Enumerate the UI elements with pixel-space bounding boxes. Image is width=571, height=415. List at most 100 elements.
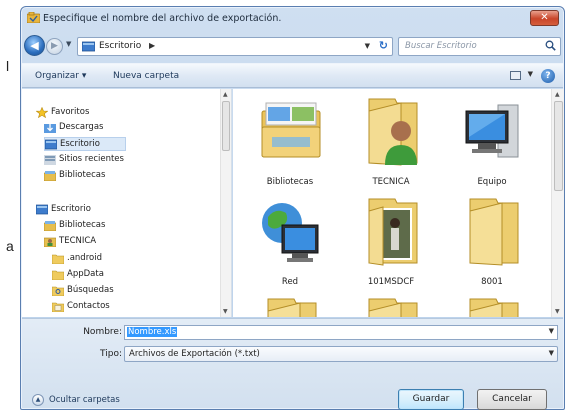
address-dropdown-icon[interactable]: ▼ [365, 42, 370, 50]
scroll-up-icon[interactable]: ▲ [555, 91, 560, 98]
file-item[interactable] [452, 297, 532, 317]
forward-arrow-icon: ▶ [51, 41, 58, 51]
forward-button[interactable]: ▶ [46, 38, 63, 55]
view-options-dropdown-icon[interactable]: ▼ [528, 70, 533, 78]
tree-item-label: Contactos [67, 301, 110, 311]
collapse-icon[interactable]: ▲ [32, 394, 44, 406]
navigation-pane-scrollbar[interactable]: ▲ ▼ [220, 89, 231, 317]
user-folder-icon [44, 237, 56, 247]
back-arrow-icon: ◀ [30, 39, 39, 52]
desktop-icon [82, 41, 95, 52]
file-name-dropdown-icon[interactable]: ▼ [549, 327, 554, 335]
user-folder-icon [361, 97, 423, 167]
scroll-down-icon[interactable]: ▼ [555, 308, 560, 315]
file-item-label: 101MSDCF [367, 277, 415, 287]
organize-menu-button[interactable]: Organizar ▾ [35, 71, 86, 81]
address-bar[interactable]: Escritorio ▶ ▼ ↻ [77, 37, 393, 56]
file-item[interactable] [351, 297, 431, 317]
file-item[interactable] [250, 297, 330, 317]
tree-item-label: Bibliotecas [59, 170, 106, 180]
folder-icon [260, 297, 322, 317]
save-options-panel: Nombre: Nombre.xls ▼ Tipo: Archivos de E… [22, 318, 563, 410]
file-item-label: 8001 [481, 277, 503, 287]
search-box[interactable]: Buscar Escritorio [398, 37, 561, 56]
change-view-icon[interactable] [510, 71, 521, 80]
file-item[interactable]: 101MSDCF [351, 197, 431, 297]
cancel-button[interactable]: Cancelar [477, 389, 547, 410]
refresh-icon[interactable]: ↻ [379, 39, 388, 52]
file-item-label: TECNICA [372, 177, 410, 187]
libraries-icon [44, 171, 56, 181]
desktop-icon [45, 139, 57, 150]
folder-icon [361, 297, 423, 317]
file-type-value[interactable]: Archivos de Exportación (*.txt) [129, 349, 260, 359]
file-type-dropdown-icon[interactable]: ▼ [549, 349, 554, 357]
background-window-text: a [6, 238, 14, 254]
new-folder-button[interactable]: Nueva carpeta [113, 71, 179, 81]
tree-item-label: Escritorio [51, 204, 91, 214]
downloads-icon [44, 124, 56, 133]
tree-item-label: Descargas [59, 122, 104, 132]
back-button[interactable]: ◀ [24, 35, 45, 56]
hide-folders-label[interactable]: Ocultar carpetas [49, 395, 120, 405]
dialog-app-icon [27, 12, 40, 23]
address-path[interactable]: Escritorio [99, 41, 141, 51]
file-name-field[interactable]: Nombre.xls ▼ [124, 325, 558, 340]
tree-item-label: Bibliotecas [59, 220, 106, 230]
star-icon [36, 107, 48, 118]
save-dialog: Especifique el nombre del archivo de exp… [20, 6, 565, 410]
folder-icon [52, 254, 64, 264]
file-type-label: Tipo: [100, 349, 122, 359]
search-placeholder[interactable]: Buscar Escritorio [405, 41, 477, 51]
searches-folder-icon [52, 286, 64, 296]
tree-item-label: Búsquedas [67, 285, 114, 295]
file-list-scrollbar[interactable]: ▲ ▼ [551, 89, 564, 317]
dialog-title: Especifique el nombre del archivo de exp… [43, 13, 282, 24]
recent-places-icon [44, 155, 56, 165]
tree-item-label: .android [67, 253, 102, 263]
file-type-select[interactable]: Archivos de Exportación (*.txt) ▼ [124, 346, 558, 362]
tree-item-label: AppData [67, 269, 104, 279]
tree-item-label: Escritorio [60, 139, 100, 149]
breadcrumb-chevron-icon[interactable]: ▶ [149, 41, 155, 50]
file-item-label: Red [281, 277, 299, 287]
tree-item[interactable]: Escritorio [44, 137, 126, 151]
contacts-folder-icon [52, 302, 64, 312]
file-item[interactable]: 8001 [452, 197, 532, 297]
title-bar: Especifique el nombre del archivo de exp… [21, 7, 564, 31]
file-item-label: Bibliotecas [266, 177, 314, 187]
scroll-down-icon[interactable]: ▼ [223, 308, 228, 315]
help-icon[interactable]: ? [541, 69, 555, 83]
network-icon [260, 197, 322, 267]
scrollbar-thumb[interactable] [222, 101, 230, 151]
folder-icon [52, 270, 64, 280]
close-button[interactable]: ✕ [530, 10, 559, 26]
save-button[interactable]: Guardar [398, 389, 464, 410]
navigation-pane: Favoritos Descargas Escritorio Sitios recie… [22, 89, 232, 317]
command-toolbar: Organizar ▾ Nueva carpeta ▼ ? [22, 63, 563, 88]
recent-pages-dropdown-icon[interactable]: ▼ [66, 40, 71, 48]
file-item[interactable]: Red [250, 197, 330, 297]
file-name-value[interactable]: Nombre.xls [127, 327, 178, 337]
libraries-icon [44, 221, 56, 231]
tree-item-label: Favoritos [51, 107, 90, 117]
libraries-folder-icon [260, 97, 322, 167]
scrollbar-thumb[interactable] [554, 101, 563, 191]
folder-icon [462, 197, 524, 267]
file-item[interactable]: Bibliotecas [250, 97, 330, 197]
background-window-text: l [6, 58, 10, 74]
tree-item-label: Sitios recientes [59, 154, 124, 164]
search-icon[interactable] [545, 40, 556, 51]
file-item-label: Equipo [477, 177, 507, 187]
tree-item-label: TECNICA [59, 236, 97, 246]
desktop-icon [36, 204, 48, 215]
file-item[interactable]: TECNICA [351, 97, 431, 197]
file-list: Bibliotecas TECNICA Equipo Red 101MSDCF 8001 … [233, 89, 564, 317]
navigation-bar: ◀ ▶ ▼ Escritorio ▶ ▼ ↻ Buscar Escritorio [21, 32, 564, 62]
close-icon: ✕ [540, 12, 549, 23]
photo-folder-icon [361, 197, 423, 267]
file-item[interactable]: Equipo [452, 97, 532, 197]
file-name-label: Nombre: [83, 327, 122, 337]
scroll-up-icon[interactable]: ▲ [223, 91, 228, 98]
computer-icon [462, 97, 524, 167]
